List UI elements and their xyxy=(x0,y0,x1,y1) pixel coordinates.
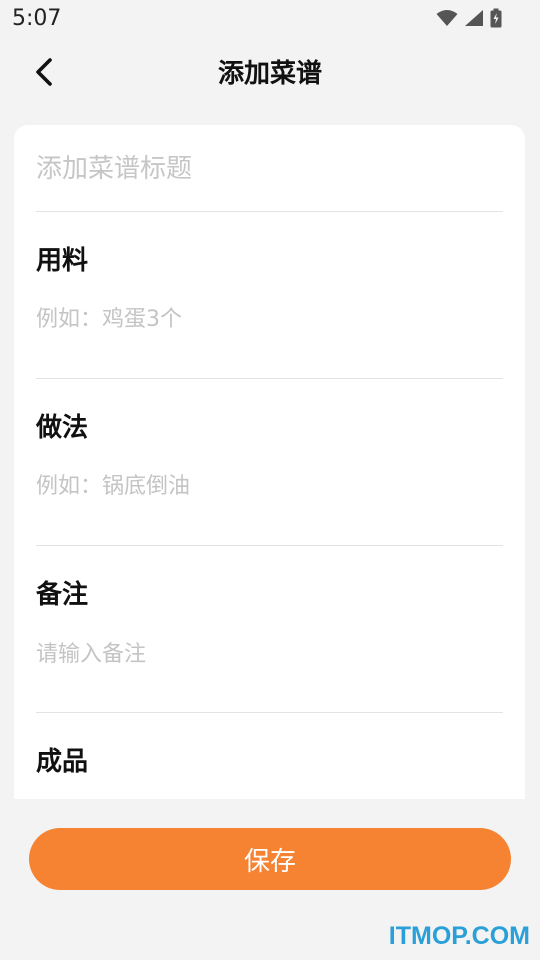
recipe-title-input[interactable] xyxy=(36,147,502,191)
cell-signal-icon xyxy=(464,9,484,31)
status-icons xyxy=(436,8,502,32)
divider xyxy=(36,712,503,713)
battery-icon xyxy=(490,8,502,32)
recipe-form-card: 用料 做法 备注 成品 xyxy=(14,125,525,799)
ingredients-label: 用料 xyxy=(36,246,89,276)
divider xyxy=(36,211,503,212)
status-time: 5:07 xyxy=(12,6,62,31)
notes-label: 备注 xyxy=(36,580,89,610)
divider xyxy=(36,378,503,379)
wifi-icon xyxy=(436,9,458,31)
method-label: 做法 xyxy=(36,413,89,443)
status-bar: 5:07 xyxy=(0,0,540,38)
app-bar: 添加菜谱 xyxy=(0,48,540,100)
ingredients-input[interactable] xyxy=(36,302,502,336)
method-input[interactable] xyxy=(36,469,502,503)
watermark: ITMOP.COM xyxy=(388,922,530,950)
save-button[interactable]: 保存 xyxy=(29,828,511,890)
result-label: 成品 xyxy=(36,747,89,777)
notes-input[interactable] xyxy=(36,637,502,671)
divider xyxy=(36,545,503,546)
page-title: 添加菜谱 xyxy=(217,59,322,89)
